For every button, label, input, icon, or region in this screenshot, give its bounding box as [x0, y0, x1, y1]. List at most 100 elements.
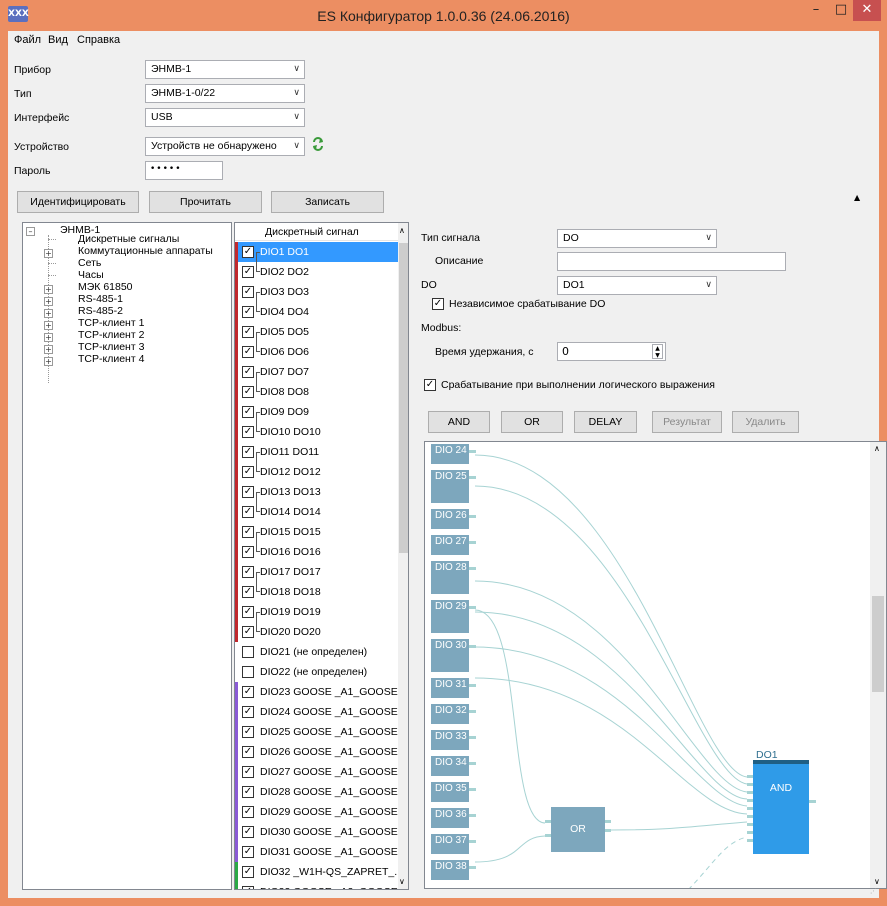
signal-checkbox[interactable]: ✓ [242, 466, 254, 478]
tree-item-switchgear[interactable]: Коммутационные аппараты [78, 245, 213, 257]
signal-list-scrollbar[interactable]: ∧ ∨ [398, 223, 408, 889]
dio-input-block[interactable]: DIO 29 [431, 600, 476, 633]
interface-select[interactable]: USB ∨ [145, 108, 305, 127]
signal-row[interactable]: ✓ DIO5 DO5 [235, 322, 398, 342]
result-button[interactable]: Результат [652, 411, 722, 433]
expand-icon[interactable]: + [44, 321, 53, 330]
menu-help[interactable]: Справка [77, 34, 120, 46]
tree-item-tcp-client-1[interactable]: TCP-клиент 1 [78, 317, 144, 329]
tree-item-tcp-client-3[interactable]: TCP-клиент 3 [78, 341, 144, 353]
dio-input-block[interactable]: DIO 30 [431, 639, 476, 672]
tree-item-rs485-1[interactable]: RS-485-1 [78, 293, 123, 305]
delay-button[interactable]: DELAY [574, 411, 637, 433]
write-button[interactable]: Записать [271, 191, 384, 213]
signal-checkbox[interactable]: ✓ [242, 306, 254, 318]
signal-row[interactable]: ✓ DIO6 DO6 [235, 342, 398, 362]
signal-checkbox[interactable]: ✓ [242, 406, 254, 418]
scroll-thumb[interactable] [872, 596, 884, 692]
spinner-arrows-icon[interactable]: ▲ ▼ [652, 344, 663, 359]
logic-checkbox[interactable]: ✓ [424, 379, 436, 391]
dio-input-block[interactable]: DIO 24 [431, 444, 476, 464]
expand-icon[interactable]: + [44, 285, 53, 294]
config-tree[interactable]: – ЭНМВ-1 Дискретные сигналы + Коммутацио… [22, 222, 232, 890]
dio-input-block[interactable]: DIO 38 [431, 860, 476, 880]
refresh-icon[interactable] [311, 137, 325, 151]
signal-row[interactable]: ✓ DIO23 GOOSE _A1_GOOSE [235, 682, 398, 702]
signal-type-select[interactable]: DO ∨ [557, 229, 717, 248]
signal-checkbox[interactable]: ✓ [242, 846, 254, 858]
signal-checkbox[interactable]: ✓ [242, 486, 254, 498]
scroll-down-icon[interactable]: ∨ [874, 877, 880, 886]
signal-row[interactable]: ✓ DIO30 GOOSE _A1_GOOSE [235, 822, 398, 842]
signal-checkbox[interactable] [242, 646, 254, 658]
signal-checkbox[interactable]: ✓ [242, 746, 254, 758]
signal-row[interactable]: ✓ DIO27 GOOSE _A1_GOOSE [235, 762, 398, 782]
signal-row[interactable]: ✓ DIO28 GOOSE _A1_GOOSE [235, 782, 398, 802]
signal-row[interactable]: ✓ DIO9 DO9 [235, 402, 398, 422]
signal-row[interactable]: ✓ DIO24 GOOSE _A1_GOOSE [235, 702, 398, 722]
signal-checkbox[interactable]: ✓ [242, 546, 254, 558]
independent-checkbox[interactable]: ✓ [432, 298, 444, 310]
signal-checkbox[interactable]: ✓ [242, 686, 254, 698]
signal-checkbox[interactable]: ✓ [242, 866, 254, 878]
close-button[interactable]: ✕ [853, 0, 881, 21]
signal-row[interactable]: DIO22 (не определен) [235, 662, 398, 682]
signal-checkbox[interactable]: ✓ [242, 766, 254, 778]
tree-item-iec61850[interactable]: МЭК 61850 [78, 281, 133, 293]
read-button[interactable]: Прочитать [149, 191, 262, 213]
identify-button[interactable]: Идентифицировать [17, 191, 139, 213]
scroll-down-icon[interactable]: ∨ [399, 877, 405, 886]
or-button[interactable]: OR [501, 411, 563, 433]
signal-row[interactable]: ✓ DIO13 DO13 [235, 482, 398, 502]
signal-row[interactable]: ✓ DIO2 DO2 [235, 262, 398, 282]
signal-checkbox[interactable]: ✓ [242, 886, 254, 889]
diagram-scrollbar[interactable]: ∧ ∨ [870, 442, 886, 888]
dio-input-block[interactable]: DIO 35 [431, 782, 476, 802]
signal-checkbox[interactable]: ✓ [242, 786, 254, 798]
signal-checkbox[interactable]: ✓ [242, 326, 254, 338]
signal-checkbox[interactable]: ✓ [242, 606, 254, 618]
signal-row[interactable]: ✓ DIO18 DO18 [235, 582, 398, 602]
tree-item-tcp-client-4[interactable]: TCP-клиент 4 [78, 353, 144, 365]
signal-row[interactable]: ✓ DIO11 DO11 [235, 442, 398, 462]
delete-button[interactable]: Удалить [732, 411, 799, 433]
signal-checkbox[interactable]: ✓ [242, 566, 254, 578]
signal-row[interactable]: ✓ DIO12 DO12 [235, 462, 398, 482]
description-field[interactable] [557, 252, 786, 271]
signal-checkbox[interactable]: ✓ [242, 806, 254, 818]
dio-input-block[interactable]: DIO 32 [431, 704, 476, 724]
signal-row[interactable]: ✓ DIO1 DO1 [235, 242, 398, 262]
tree-item-tcp-client-2[interactable]: TCP-клиент 2 [78, 329, 144, 341]
menu-file[interactable]: Файл [14, 34, 41, 46]
signal-row[interactable]: ✓ DIO20 DO20 [235, 622, 398, 642]
unit-select[interactable]: Устройств не обнаружено ∨ [145, 137, 305, 156]
signal-checkbox[interactable]: ✓ [242, 426, 254, 438]
expand-icon[interactable]: + [44, 309, 53, 318]
logic-diagram-canvas[interactable]: DIO 24 DIO 25 DIO 26 DIO 27 DIO 28 DIO 29 DIO … [424, 441, 887, 889]
dio-input-block[interactable]: DIO 33 [431, 730, 476, 750]
signal-row[interactable]: ✓ DIO14 DO14 [235, 502, 398, 522]
resize-grip-icon[interactable]: ⋰ [870, 887, 877, 895]
dio-input-block[interactable]: DIO 31 [431, 678, 476, 698]
expand-icon[interactable]: + [44, 357, 53, 366]
signal-checkbox[interactable] [242, 666, 254, 678]
scroll-thumb[interactable] [399, 243, 408, 553]
password-field[interactable]: ••••• [145, 161, 223, 180]
collapse-arrow-icon[interactable]: ▲ [854, 193, 860, 202]
tree-item-network[interactable]: Сеть [78, 257, 101, 269]
signal-checkbox[interactable]: ✓ [242, 826, 254, 838]
collapse-icon[interactable]: – [26, 227, 35, 236]
tree-item-clock[interactable]: Часы [78, 269, 104, 281]
tree-item-rs485-2[interactable]: RS-485-2 [78, 305, 123, 317]
tree-item-discrete-signals[interactable]: Дискретные сигналы [78, 233, 179, 245]
and-button[interactable]: AND [428, 411, 490, 433]
signal-checkbox[interactable]: ✓ [242, 586, 254, 598]
signal-row[interactable]: ✓ DIO16 DO16 [235, 542, 398, 562]
signal-checkbox[interactable]: ✓ [242, 526, 254, 538]
dio-input-block[interactable]: DIO 37 [431, 834, 476, 854]
dio-input-block[interactable]: DIO 36 [431, 808, 476, 828]
signal-checkbox[interactable]: ✓ [242, 246, 254, 258]
signal-checkbox[interactable]: ✓ [242, 386, 254, 398]
signal-row[interactable]: ✓ DIO7 DO7 [235, 362, 398, 382]
expand-icon[interactable]: + [44, 249, 53, 258]
